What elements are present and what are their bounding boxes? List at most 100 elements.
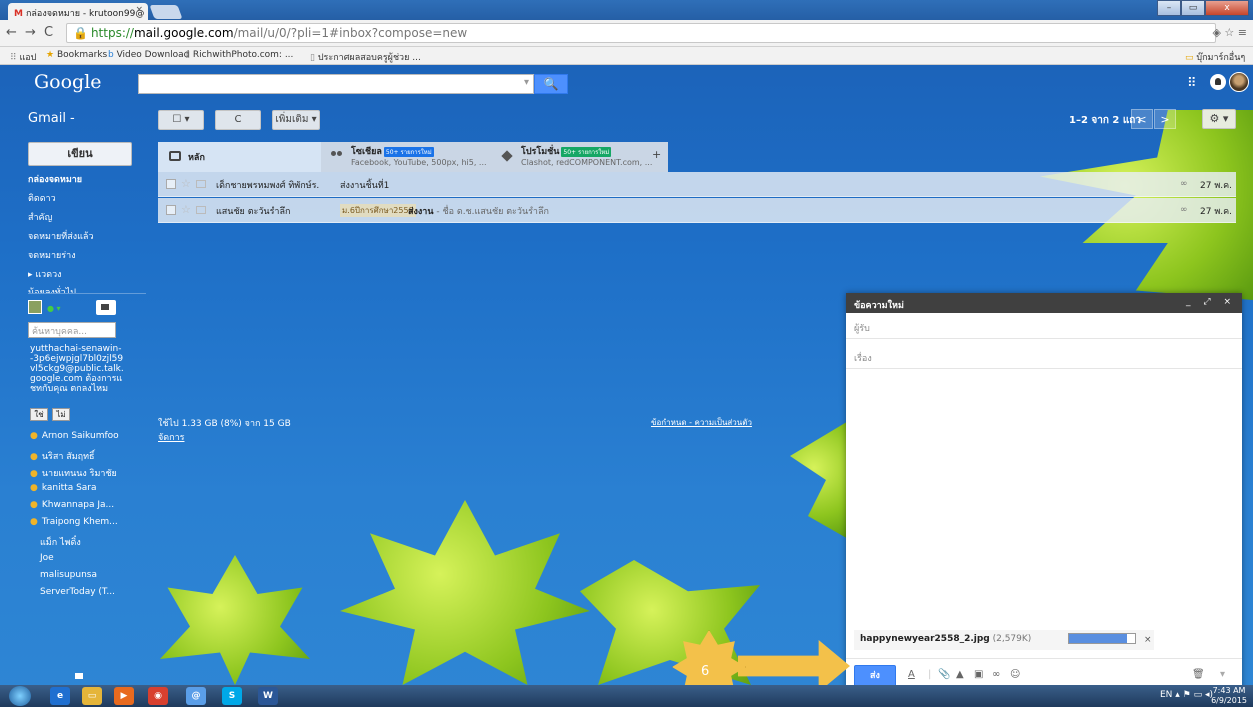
bookmark-video-download[interactable]: b Video Download xyxy=(108,50,189,60)
select-all-button[interactable]: ☐ ▾ xyxy=(158,110,204,130)
url-field[interactable]: 🔒 https://mail.google.com/mail/u/0/?pli=1… xyxy=(66,23,1216,43)
row-checkbox[interactable] xyxy=(166,205,176,215)
bookmark-star-icon[interactable]: ◈ ☆ ≡ xyxy=(1212,26,1247,39)
decline-invite-button[interactable]: ไม่ xyxy=(52,408,70,421)
account-avatar[interactable] xyxy=(1229,72,1249,92)
google-logo[interactable]: Google xyxy=(34,71,102,93)
manage-storage-link[interactable]: จัดการ xyxy=(158,430,291,444)
settings-button[interactable]: ⚙ ▾ xyxy=(1202,109,1236,129)
chat-avatar[interactable] xyxy=(28,300,42,314)
contact-item[interactable]: ● kanitta Sara xyxy=(30,483,97,493)
google-drive-icon[interactable]: ▲ xyxy=(956,669,964,680)
bookmark-announcement[interactable]: ▯ ประกาศผลสอบครูผู้ช่วย ... xyxy=(310,50,421,64)
ie-icon[interactable]: e xyxy=(50,687,70,705)
bookmark-richwithphoto[interactable]: ▯ RichwithPhoto.com: ... xyxy=(185,50,293,60)
compose-window-controls[interactable]: _ ⤢ × xyxy=(1186,297,1236,307)
send-button[interactable]: ส่ง xyxy=(854,665,896,687)
contact-item[interactable]: ● Khwannapa Ja... xyxy=(30,500,114,510)
nav-drafts[interactable]: จดหมายร่าง xyxy=(28,248,76,262)
add-tab-icon[interactable]: + xyxy=(652,148,661,161)
table-row[interactable]: ☆ แสนชัย ตะวันรำลึก ม.6ปีการศึกษา2558 ส่… xyxy=(158,198,1236,223)
contact-item[interactable]: แม็ก ไพดิ๋ง xyxy=(30,535,81,549)
people-search-input[interactable]: ค้นหาบุคคล... xyxy=(28,322,116,338)
chat-toggle-icon[interactable] xyxy=(66,670,92,684)
contact-item[interactable]: Joe xyxy=(30,553,54,563)
gmail-menu[interactable]: Gmail - xyxy=(28,111,75,126)
apps-grid-icon[interactable]: ⠿ xyxy=(1187,76,1197,91)
compose-button[interactable]: เขียน xyxy=(28,142,132,166)
nav-important[interactable]: สำคัญ xyxy=(28,210,52,224)
attach-file-icon[interactable]: 📎 xyxy=(938,669,950,680)
tab-close-icon[interactable]: × xyxy=(135,5,143,15)
sidebar-divider xyxy=(28,293,146,294)
window-close-button[interactable]: x xyxy=(1205,0,1249,16)
media-player-icon[interactable]: ▶ xyxy=(114,687,134,705)
chrome-icon[interactable]: ◉ xyxy=(148,687,168,705)
terms-privacy-link[interactable]: ข้อกำหนด - ความเป็นส่วนตัว xyxy=(651,416,752,429)
contact-item[interactable]: ● นริสา สัมฤทธิ์ xyxy=(30,449,95,463)
important-marker-icon[interactable] xyxy=(196,206,206,214)
chat-status-icon[interactable]: ● ▾ xyxy=(47,304,61,313)
search-button[interactable]: 🔍 xyxy=(534,74,568,94)
contact-item[interactable]: ServerToday (T... xyxy=(30,587,115,597)
explorer-folder-icon[interactable]: ▭ xyxy=(82,687,102,705)
nav-starred[interactable]: ติดดาว xyxy=(28,191,56,205)
refresh-button[interactable]: C xyxy=(215,110,261,130)
contact-name: นริสา สัมฤทธิ์ xyxy=(41,452,95,462)
word-icon[interactable]: W xyxy=(258,687,278,705)
next-page-button[interactable]: > xyxy=(1154,109,1176,129)
page-icon: ▯ xyxy=(185,50,193,60)
minimize-button[interactable]: – xyxy=(1157,0,1181,16)
more-button[interactable]: เพิ่มเติม ▾ xyxy=(272,110,320,130)
system-tray[interactable]: EN ▴ ⚑ ▭ ◂) xyxy=(1160,690,1213,700)
prev-page-button[interactable]: < xyxy=(1131,109,1153,129)
insert-photo-icon[interactable]: ▣ xyxy=(974,669,983,680)
insert-link-icon[interactable]: ∞ xyxy=(992,669,1000,680)
app-icon[interactable]: @ xyxy=(186,687,206,705)
search-input[interactable]: ▾ xyxy=(138,74,534,94)
other-bookmarks[interactable]: ▭ บุ๊กมาร์กอื่นๆ xyxy=(1185,50,1245,64)
star-icon[interactable]: ☆ xyxy=(181,177,191,190)
back-arrow-icon[interactable]: ← xyxy=(6,25,17,40)
table-row[interactable]: ☆ เด็กชายพรหมพงศ์ ทิพักษ์ร. ส่งงานชิ้นที… xyxy=(158,172,1236,197)
contact-item[interactable]: ● นายแทนนง ริมาชัย xyxy=(30,466,117,480)
contact-item[interactable]: ● Arnon Saikumfoo xyxy=(30,431,119,441)
nav-less[interactable]: น้อยลงทั่วไป xyxy=(28,285,76,293)
search-options-icon[interactable]: ▾ xyxy=(524,77,529,88)
star-icon[interactable]: ☆ xyxy=(181,203,191,216)
subject-field[interactable]: เรื่อง xyxy=(846,343,1242,369)
nav-inbox[interactable]: กล่องจดหมาย xyxy=(28,172,82,186)
row-checkbox[interactable] xyxy=(166,179,176,189)
to-field[interactable]: ผู้รับ xyxy=(846,313,1242,339)
bookmark-apps[interactable]: ⠿ แอป xyxy=(10,50,36,64)
skype-icon[interactable]: S xyxy=(222,687,242,705)
accept-invite-button[interactable]: ใช่ xyxy=(30,408,48,421)
bookmark-bookmarks[interactable]: ★ Bookmarks xyxy=(46,50,107,60)
mail-label-chip[interactable]: ม.6ปีการศึกษา2558 xyxy=(340,204,416,217)
notification-bell-icon[interactable] xyxy=(1210,74,1226,90)
remove-attachment-icon[interactable]: × xyxy=(1144,635,1152,645)
start-button[interactable] xyxy=(9,686,31,706)
new-tab-button[interactable] xyxy=(149,5,183,19)
maximize-button[interactable]: ▭ xyxy=(1181,0,1205,16)
formatting-icon[interactable]: A xyxy=(908,669,915,680)
emoji-icon[interactable]: ☺ xyxy=(1010,669,1020,680)
video-call-icon[interactable] xyxy=(96,300,116,315)
nav-sent[interactable]: จดหมายที่ส่งแล้ว xyxy=(28,229,94,243)
nav-circles[interactable]: ▸ แวดวง xyxy=(28,267,62,281)
important-marker-icon[interactable] xyxy=(196,180,206,188)
forward-arrow-icon[interactable]: → xyxy=(25,25,36,40)
more-options-icon[interactable]: ▾ xyxy=(1220,669,1225,680)
tab-primary[interactable]: หลัก xyxy=(158,142,321,172)
contact-item[interactable]: ● Traipong Khem... xyxy=(30,517,118,527)
tab-promotions[interactable]: โปรโมชั่น 50+ รายการใหม่ Clashot, redCOMP… xyxy=(491,142,652,172)
clock[interactable]: 7:43 AM 6/9/2015 xyxy=(1211,686,1247,706)
message-body[interactable] xyxy=(846,370,1242,625)
tab-social[interactable]: โซเชียล 50+ รายการใหม่ Facebook, YouTube,… xyxy=(321,142,491,172)
browser-tab-gmail[interactable]: M กล่องจดหมาย - krutoon99@ × xyxy=(8,3,148,20)
compose-header[interactable]: ข้อความใหม่ _ ⤢ × xyxy=(846,293,1242,313)
contact-item[interactable]: malisupunsa xyxy=(30,570,97,580)
trash-icon[interactable]: 🗑 xyxy=(1192,669,1205,680)
reload-icon[interactable]: C xyxy=(44,25,53,40)
subject-text: ส่งงาน xyxy=(408,207,434,217)
